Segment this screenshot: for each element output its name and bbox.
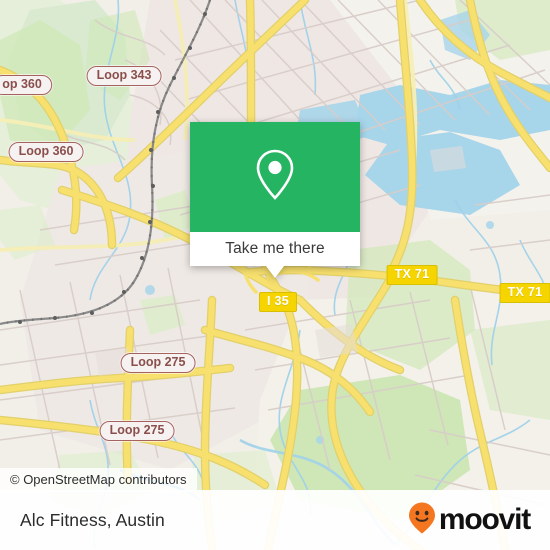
page-footer: Alc Fitness, Austin moovit	[0, 490, 550, 550]
location-popup-card[interactable]: Take me there	[190, 122, 360, 278]
moovit-smiling-pin-icon	[407, 501, 437, 540]
map-screen: op 360 Loop 343 Loop 360 TX 71 TX 71 I 3…	[0, 0, 550, 550]
take-me-there-label: Take me there	[225, 240, 325, 257]
popup-header	[190, 122, 360, 232]
moovit-logo[interactable]: moovit	[407, 501, 531, 540]
popup-pointer-tail	[266, 266, 284, 278]
popup-footer[interactable]: Take me there	[190, 232, 360, 266]
page-title: Alc Fitness, Austin	[20, 509, 165, 530]
map-attribution[interactable]: © OpenStreetMap contributors	[0, 468, 197, 492]
moovit-wordmark: moovit	[438, 503, 531, 536]
map-pin-icon	[253, 147, 297, 208]
